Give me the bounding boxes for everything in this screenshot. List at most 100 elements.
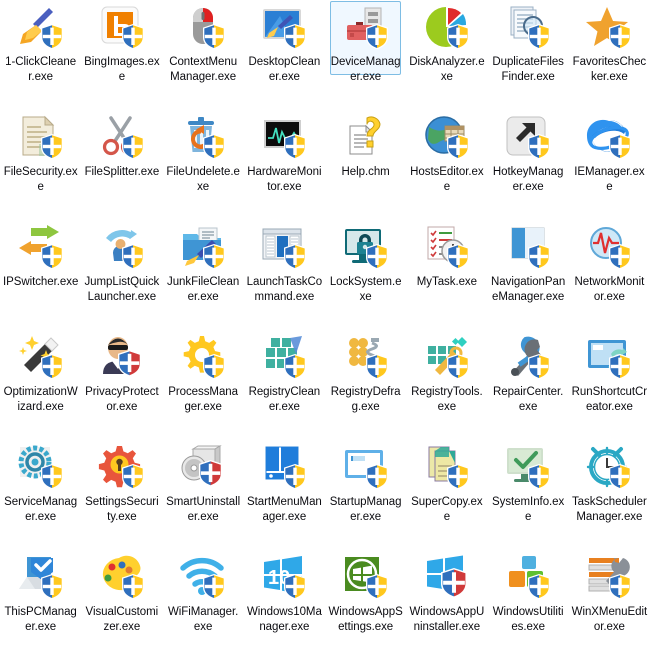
desktop-icon-item[interactable]: NavigationPaneManager.exe (488, 220, 569, 330)
registry-blocks-icon[interactable] (260, 334, 308, 382)
registry-wrench-icon[interactable] (423, 334, 471, 382)
desktop-icon-item[interactable]: FavoritesChecker.exe (569, 0, 650, 110)
desktop-icon-item[interactable]: RunShortcutCreator.exe (569, 330, 650, 440)
network-pulse-icon[interactable] (585, 224, 633, 272)
desktop-icon-item[interactable]: OptimizationWizard.exe (0, 330, 81, 440)
desktop-icon-item[interactable]: LockSystem.exe (325, 220, 406, 330)
desktop-icon-item[interactable]: RepairCenter.exe (488, 330, 569, 440)
desktop-icon-item[interactable]: IPSwitcher.exe (0, 220, 81, 330)
pc-check-icon[interactable] (17, 554, 65, 602)
windows10-icon[interactable]: 10 (260, 554, 308, 602)
defrag-compress-icon[interactable] (342, 334, 390, 382)
recycle-bin-undo-icon[interactable] (179, 114, 227, 162)
list-wrench-icon[interactable] (585, 554, 633, 602)
desktop-icon-item[interactable]: ContextMenuManager.exe (163, 0, 244, 110)
broom-shield-icon[interactable] (17, 4, 65, 52)
squares-tiles-icon[interactable] (504, 554, 552, 602)
desktop-icon-item[interactable]: ThisPCManager.exe (0, 550, 81, 660)
desktop-icon-item[interactable]: MyTask.exe (406, 220, 487, 330)
desktop-icon-item[interactable]: DeviceManager.exe (325, 0, 406, 110)
spy-person-icon[interactable] (98, 334, 146, 382)
bing-logo-icon[interactable] (98, 4, 146, 52)
desktop-icon-item[interactable]: FileUndelete.exe (163, 110, 244, 220)
nav-pane-icon[interactable] (504, 224, 552, 272)
palette-icon[interactable] (98, 554, 146, 602)
windows-green-icon[interactable] (342, 554, 390, 602)
desktop-icon-item[interactable]: WindowsAppSettings.exe (325, 550, 406, 660)
window-panes-icon[interactable] (260, 224, 308, 272)
desktop-icon-item[interactable]: HardwareMonitor.exe (244, 110, 325, 220)
desktop-icon-item[interactable]: WinXMenuEditor.exe (569, 550, 650, 660)
windows-uninstall-icon[interactable] (423, 554, 471, 602)
desktop-icon-item[interactable]: DiskAnalyzer.exe (406, 0, 487, 110)
desktop-icon-item[interactable]: WindowsAppUninstaller.exe (406, 550, 487, 660)
desktop-icon-item[interactable]: ProcessManager.exe (163, 330, 244, 440)
icon-label: StartMenuManager.exe (246, 495, 322, 524)
toolbox-server-icon[interactable] (342, 4, 390, 52)
desktop-icon-item[interactable]: BingImages.exe (81, 0, 162, 110)
desktop-icon-item[interactable]: WiFiManager.exe (163, 550, 244, 660)
shortcut-window-icon[interactable] (585, 334, 633, 382)
start-menu-icon[interactable] (260, 444, 308, 492)
desktop-icon-item[interactable]: 10Windows10Manager.exe (244, 550, 325, 660)
two-arrows-icon[interactable] (17, 224, 65, 272)
desktop-icon-item[interactable]: StartupManager.exe (325, 440, 406, 550)
scissors-icon[interactable] (98, 114, 146, 162)
gear-lock-icon[interactable] (98, 444, 146, 492)
waveform-monitor-icon[interactable] (260, 114, 308, 162)
desktop-icon-item[interactable]: HotkeyManager.exe (488, 110, 569, 220)
desktop-broom-icon[interactable] (260, 4, 308, 52)
shortcut-arrow-icon[interactable] (504, 114, 552, 162)
copy-pages-icon[interactable] (423, 444, 471, 492)
desktop-icon-item[interactable]: IEManager.exe (569, 110, 650, 220)
folder-broom-icon[interactable] (179, 224, 227, 272)
desktop-icon-item[interactable]: SmartUninstaller.exe (163, 440, 244, 550)
desktop-icon-item[interactable]: SuperCopy.exe (406, 440, 487, 550)
monitor-lock-icon[interactable] (342, 224, 390, 272)
desktop-icon-item[interactable]: ServiceManager.exe (0, 440, 81, 550)
desktop-icon-item[interactable]: NetworkMonitor.exe (569, 220, 650, 330)
internet-explorer-icon[interactable] (585, 114, 633, 162)
desktop-icon-item[interactable]: RegistryDefrag.exe (325, 330, 406, 440)
checklist-clock-icon[interactable] (423, 224, 471, 272)
wifi-icon[interactable] (179, 554, 227, 602)
desktop-icon-item[interactable]: JumpListQuickLauncher.exe (81, 220, 162, 330)
desktop-icon-item[interactable]: StartMenuManager.exe (244, 440, 325, 550)
desktop-icon-item[interactable]: RegistryCleaner.exe (244, 330, 325, 440)
desktop-icon-item[interactable]: DuplicateFilesFinder.exe (488, 0, 569, 110)
pie-chart-icon[interactable] (423, 4, 471, 52)
desktop-icon-item[interactable]: JunkFileCleaner.exe (163, 220, 244, 330)
desktop-icon-item[interactable]: SettingsSecurity.exe (81, 440, 162, 550)
monitor-check-icon[interactable] (504, 444, 552, 492)
screwdriver-wrench-icon[interactable] (504, 334, 552, 382)
cd-box-icon[interactable] (179, 444, 227, 492)
desktop-icon-item[interactable]: SystemInfo.exe (488, 440, 569, 550)
desktop-icon-item[interactable]: PrivacyProtector.exe (81, 330, 162, 440)
help-question-icon[interactable] (342, 114, 390, 162)
magic-wand-icon[interactable] (17, 334, 65, 382)
service-gear-icon[interactable] (17, 444, 65, 492)
desktop-icon-item[interactable]: TaskSchedulerManager.exe (569, 440, 650, 550)
desktop-icon-item[interactable]: WindowsUtilities.exe (488, 550, 569, 660)
startup-window-icon[interactable] (342, 444, 390, 492)
documents-magnifier-icon[interactable] (504, 4, 552, 52)
desktop-icon-item[interactable]: DesktopCleaner.exe (244, 0, 325, 110)
desktop-icon-item[interactable]: VisualCustomizer.exe (81, 550, 162, 660)
desktop-icon-item[interactable]: FileSplitter.exe (81, 110, 162, 220)
icon-label: SmartUninstaller.exe (165, 495, 241, 524)
desktop-icon-item[interactable]: HostsEditor.exe (406, 110, 487, 220)
gear-icon[interactable] (179, 334, 227, 382)
globe-icon[interactable] (423, 114, 471, 162)
icon-label: ServiceManager.exe (3, 495, 79, 524)
rocket-arrow-icon[interactable] (98, 224, 146, 272)
icon-label: BingImages.exe (84, 55, 160, 84)
desktop-icon-item[interactable]: FileSecurity.exe (0, 110, 81, 220)
desktop-icon-item[interactable]: 1-ClickCleaner.exe (0, 0, 81, 110)
mouse-icon[interactable] (179, 4, 227, 52)
desktop-icon-item[interactable]: RegistryTools.exe (406, 330, 487, 440)
document-lines-icon[interactable] (17, 114, 65, 162)
star-icon[interactable] (585, 4, 633, 52)
alarm-clock-icon[interactable] (585, 444, 633, 492)
desktop-icon-item[interactable]: LaunchTaskCommand.exe (244, 220, 325, 330)
desktop-icon-item[interactable]: Help.chm (325, 110, 406, 220)
